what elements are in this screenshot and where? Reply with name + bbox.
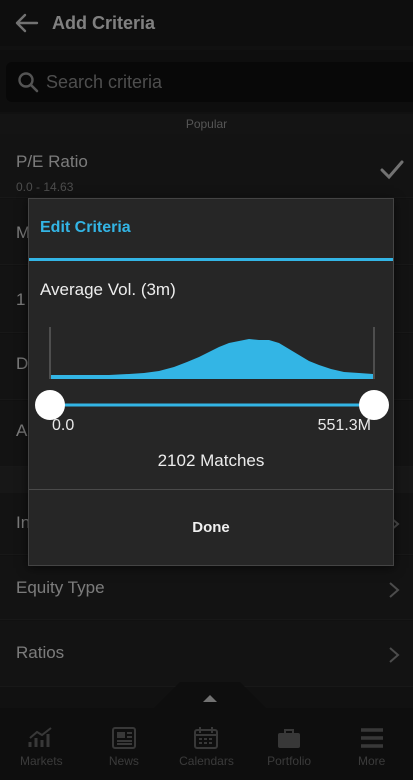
slider-min-handle (35, 390, 65, 420)
matches-count: 2102 Matches (157, 451, 265, 470)
criteria-name: Average Vol. (3m) (40, 280, 176, 299)
range-min-value: 0.0 (52, 417, 75, 434)
range-max-value: 551.3M (317, 417, 371, 434)
edit-criteria-dialog: Edit Criteria Average Vol. (3m) 0.0 551.… (28, 198, 394, 566)
histogram-area (51, 339, 373, 379)
slider-max-handle (359, 390, 389, 420)
dialog-title: Edit Criteria (40, 219, 131, 236)
dialog-title-divider (29, 258, 393, 261)
distribution-histogram (49, 327, 375, 379)
done-button[interactable]: Done (29, 490, 393, 565)
